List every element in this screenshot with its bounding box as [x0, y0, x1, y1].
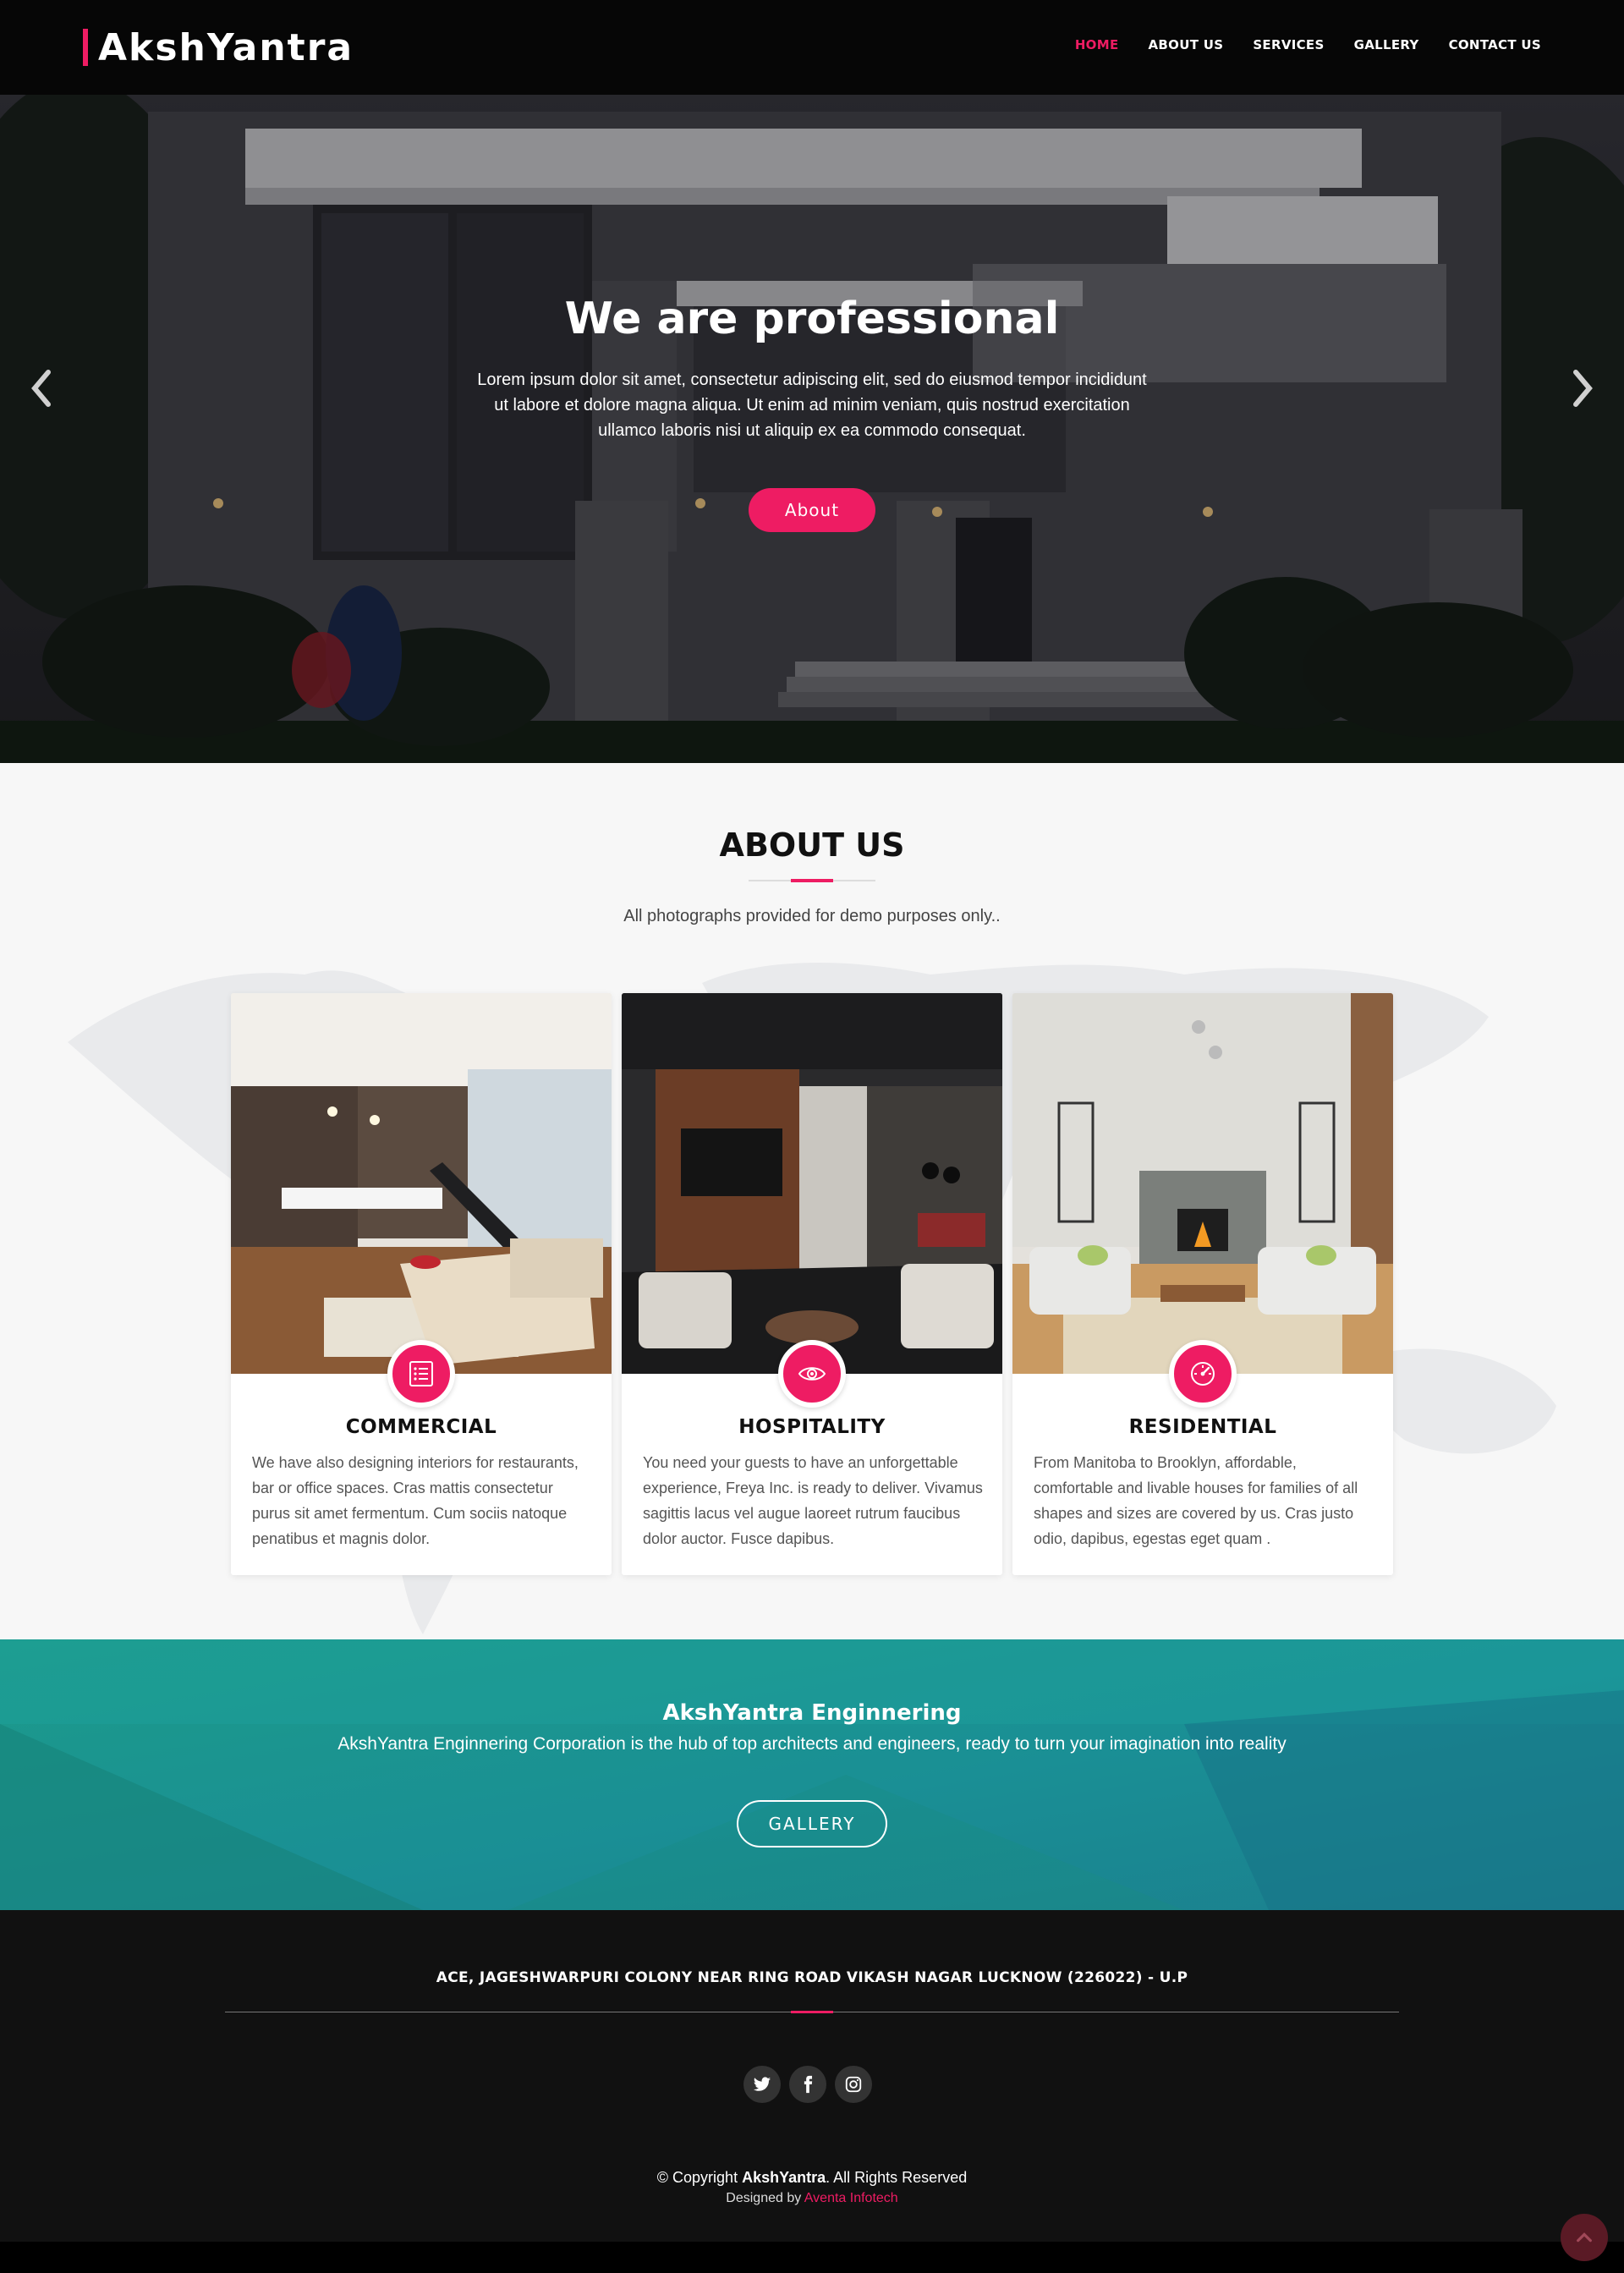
footer: ACE, JAGESHWARPURI COLONY NEAR RING ROAD… [0, 1910, 1624, 2242]
brand-accent-bar [83, 29, 88, 66]
copyright-brand: AkshYantra [742, 2169, 826, 2186]
facebook-icon [804, 2075, 813, 2094]
designer-link[interactable]: Aventa Infotech [804, 2191, 898, 2205]
cta-background [0, 1639, 1624, 1910]
main-nav: HOME ABOUT US SERVICES GALLERY CONTACT U… [1075, 37, 1541, 52]
list-icon [409, 1361, 433, 1386]
card-title: HOSPITALITY [738, 1416, 886, 1438]
commercial-interior-image [231, 993, 612, 1374]
slider-prev-button[interactable] [24, 367, 58, 418]
footer-address: ACE, JAGESHWARPURI COLONY NEAR RING ROAD… [436, 1969, 1188, 1986]
about-title-underline-accent [791, 879, 833, 882]
card-text: You need your guests to have an unforget… [643, 1454, 983, 1547]
hospitality-interior-image [622, 993, 1002, 1374]
nav-about-us[interactable]: ABOUT US [1149, 37, 1224, 52]
footer-divider-accent [791, 2011, 833, 2013]
service-card-hospitality[interactable]: HOSPITALITY You need your guests to have… [622, 993, 1002, 1575]
chevron-left-icon [31, 370, 51, 407]
hero-about-button[interactable]: About [749, 488, 875, 532]
nav-contact-us[interactable]: CONTACT US [1449, 37, 1541, 52]
about-subtitle: All photographs provided for demo purpos… [623, 907, 1001, 925]
service-card-commercial[interactable]: COMMERCIAL We have also designing interi… [231, 993, 612, 1575]
service-card-residential[interactable]: RESIDENTIAL From Manitoba to Brooklyn, a… [1012, 993, 1393, 1575]
about-section: ABOUT US All photographs provided for de… [0, 763, 1624, 1639]
bottom-strip [0, 2242, 1624, 2273]
eye-icon [798, 1367, 826, 1381]
card-title: COMMERCIAL [345, 1416, 497, 1438]
gallery-button[interactable]: GALLERY [737, 1800, 887, 1847]
facebook-link[interactable] [789, 2066, 826, 2103]
social-links [743, 2066, 872, 2103]
commercial-badge [387, 1340, 455, 1408]
instagram-link[interactable] [835, 2066, 872, 2103]
hospitality-badge [778, 1340, 846, 1408]
copyright-suffix: . All Rights Reserved [826, 2169, 968, 2186]
instagram-icon [845, 2076, 862, 2093]
chevron-right-icon [1573, 370, 1593, 407]
residential-interior-image [1012, 993, 1393, 1374]
residential-badge [1169, 1340, 1237, 1408]
copyright: © Copyright AkshYantra. All Rights Reser… [0, 2169, 1624, 2187]
slider-next-button[interactable] [1566, 367, 1600, 418]
hero-slider: We are professional Lorem ipsum dolor si… [0, 95, 1624, 763]
nav-home[interactable]: HOME [1075, 37, 1119, 52]
nav-services[interactable]: SERVICES [1253, 37, 1324, 52]
brand-logo[interactable]: AkshYantra [83, 25, 354, 69]
nav-gallery[interactable]: GALLERY [1354, 37, 1419, 52]
designed-by: Designed by Aventa Infotech [0, 2191, 1624, 2206]
card-text: We have also designing interiors for res… [252, 1454, 579, 1547]
brand-name: AkshYantra [98, 25, 354, 69]
card-title: RESIDENTIAL [1128, 1416, 1277, 1438]
twitter-link[interactable] [743, 2066, 781, 2103]
card-text: From Manitoba to Brooklyn, affordable, c… [1034, 1454, 1358, 1547]
hero-text: Lorem ipsum dolor sit amet, consectetur … [477, 371, 1147, 440]
about-title: ABOUT US [719, 826, 905, 864]
cta-text: AkshYantra Enginnering Corporation is th… [337, 1734, 1287, 1754]
navbar: AkshYantra HOME ABOUT US SERVICES GALLER… [0, 0, 1624, 95]
gauge-icon [1191, 1362, 1215, 1386]
copyright-prefix: © Copyright [656, 2169, 738, 2186]
cta-section: AkshYantra Enginnering AkshYantra Enginn… [0, 1639, 1624, 1910]
hero-title: We are professional [564, 294, 1060, 344]
designed-prefix: Designed by [726, 2191, 802, 2205]
chevron-up-icon [1577, 2232, 1592, 2243]
back-to-top-button[interactable] [1561, 2214, 1608, 2261]
twitter-icon [753, 2077, 771, 2091]
cta-title: AkshYantra Enginnering [662, 1700, 962, 1726]
